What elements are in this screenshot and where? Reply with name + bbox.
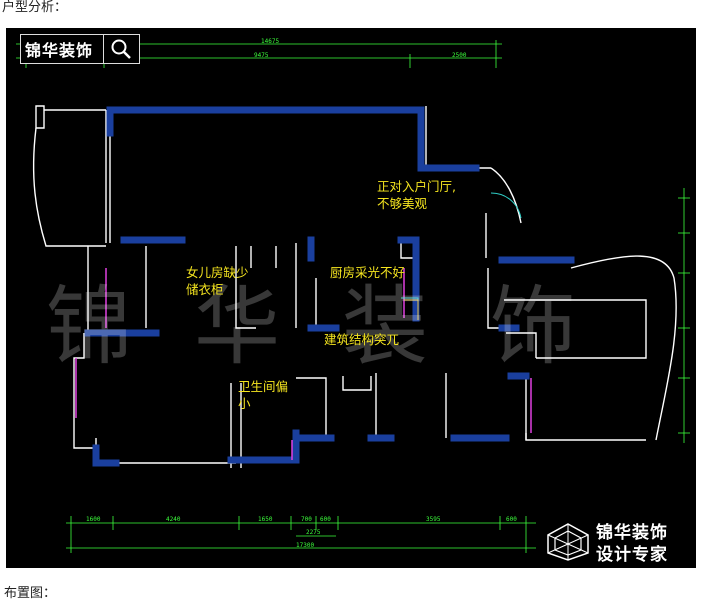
dim-bottom-seg-6: 3595 (426, 516, 441, 523)
annotation-kitchen: 厨房采光不好 (330, 265, 406, 280)
cad-drawing-area: 14675 1600 9475 2500 1600 4240 1650 700 … (6, 28, 696, 568)
annotation-bathroom: 卫生间偏 小 (238, 379, 289, 411)
dim-bottom-overall: 17300 (296, 542, 315, 549)
brand-name: 锦华装饰 (25, 41, 94, 60)
search-button[interactable] (103, 35, 138, 63)
corner-logo-line1: 锦华装饰 (596, 523, 668, 543)
annotation-structure: 建筑结构突兀 (324, 332, 400, 347)
search-icon (111, 39, 131, 59)
top-caption: 户型分析： (2, 0, 68, 15)
right-dimension-lines (678, 188, 690, 443)
annotation-daughter-room: 女儿房缺少 储衣柜 (186, 265, 249, 297)
dim-top-right: 2500 (452, 52, 467, 59)
corner-logo-line2: 设计专家 (596, 545, 668, 565)
dim-bottom-seg-7: 600 (506, 516, 517, 523)
corner-logo: 锦华装饰 设计专家 (596, 522, 668, 566)
dim-bottom-sub: 2275 (306, 529, 321, 536)
dim-bottom-seg-2: 4240 (166, 516, 181, 523)
dim-top-overall: 14675 (261, 38, 280, 45)
dim-bottom-seg-4: 700 (301, 516, 312, 523)
brand-emblem-icon (547, 523, 589, 561)
bottom-caption: 布置图： (4, 586, 57, 601)
brand-search-box: 锦华装饰 (20, 34, 140, 64)
dim-top-mid: 9475 (254, 52, 269, 59)
floorplan-image: 户型分析： 14675 9475 2500 1600 4240 1650 700… (0, 0, 701, 601)
dim-bottom-seg-5: 600 (320, 516, 331, 523)
annotation-entrance: 正对入户门厅, 不够美观 (377, 179, 456, 211)
dim-bottom-seg-1: 1600 (86, 516, 101, 523)
dim-bottom-seg-3: 1650 (258, 516, 273, 523)
